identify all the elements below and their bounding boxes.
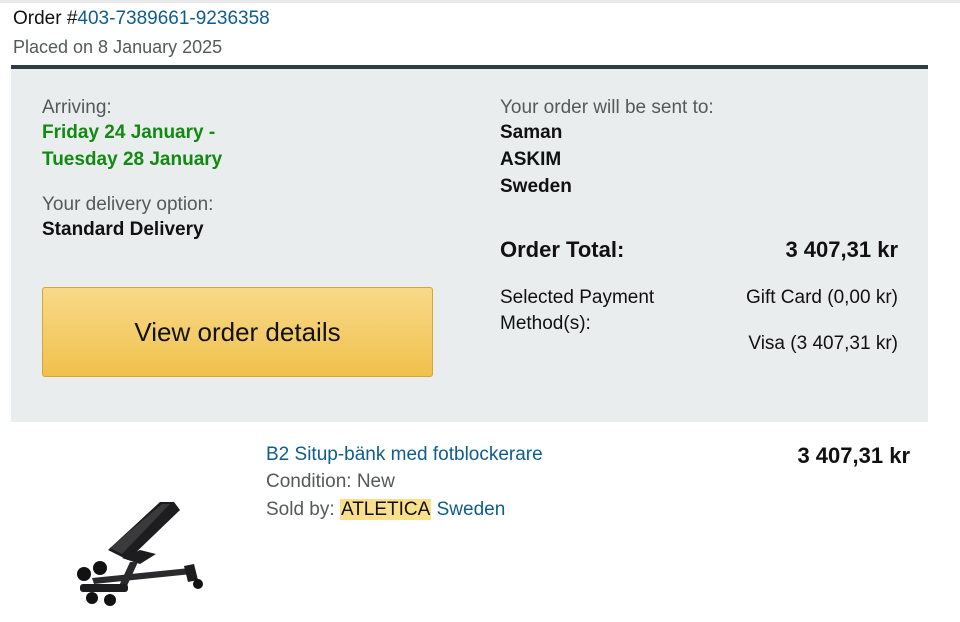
header-divider	[0, 0, 960, 3]
payment-method-gift-card: Gift Card (0,00 kr)	[745, 287, 898, 308]
shipping-city: ASKIM	[500, 149, 562, 170]
product-price: 3 407,31 kr	[797, 443, 910, 468]
order-placed-date: Placed on 8 January 2025	[13, 37, 223, 57]
order-total-value: 3 407,31 kr	[785, 237, 898, 262]
workout-bench-image[interactable]	[70, 488, 210, 613]
product-title-link[interactable]: B2 Situp-bänk med fotblockerare	[266, 443, 543, 467]
arrival-date-start: Friday 24 January -	[42, 122, 216, 143]
payment-label-line2: Method(s):	[500, 313, 591, 334]
order-total-row: Order Total: 3 407,31 kr	[500, 237, 898, 263]
seller-name-highlight[interactable]: ATLETICA	[339, 499, 432, 520]
view-order-details-button[interactable]: View order details	[42, 287, 433, 377]
order-number-line: Order #403-7389661-9236358	[13, 8, 270, 30]
shipping-country: Sweden	[500, 176, 572, 197]
sold-by-prefix: Sold by:	[266, 499, 340, 520]
payment-method-visa: Visa (3 407,31 kr)	[748, 333, 898, 354]
delivery-option-value: Standard Delivery	[42, 219, 204, 240]
order-number-link[interactable]: 403-7389661-9236358	[77, 8, 269, 29]
product-condition: Condition: New	[266, 471, 395, 492]
delivery-option-info: Your delivery option: Standard Delivery	[42, 193, 213, 243]
delivery-option-label: Your delivery option:	[42, 194, 214, 215]
arrival-date-end: Tuesday 28 January	[42, 149, 223, 170]
payment-methods: Gift Card (0,00 kr) Visa (3 407,31 kr)	[746, 285, 898, 357]
shipping-address: Your order will be sent to: Saman ASKIM …	[500, 96, 714, 200]
shipping-name: Saman	[500, 122, 563, 143]
shipping-label: Your order will be sent to:	[500, 97, 714, 118]
payment-method-label: Selected Payment Method(s):	[500, 285, 690, 337]
seller-name-rest[interactable]: Sweden	[431, 499, 506, 520]
order-number-prefix: Order #	[13, 8, 78, 29]
order-summary-panel: Arriving: Friday 24 January - Tuesday 28…	[11, 65, 928, 422]
arriving-label: Arriving:	[42, 97, 112, 118]
arrival-info: Arriving: Friday 24 January - Tuesday 28…	[42, 96, 222, 173]
payment-label-line1: Selected Payment	[500, 287, 655, 308]
order-page: Order #403-7389661-9236358 Placed on 8 J…	[0, 0, 960, 622]
logo-fragment-icon	[150, 0, 180, 2]
product-seller: Sold by: ATLETICA Sweden	[266, 498, 505, 522]
order-total-label: Order Total:	[500, 237, 625, 262]
